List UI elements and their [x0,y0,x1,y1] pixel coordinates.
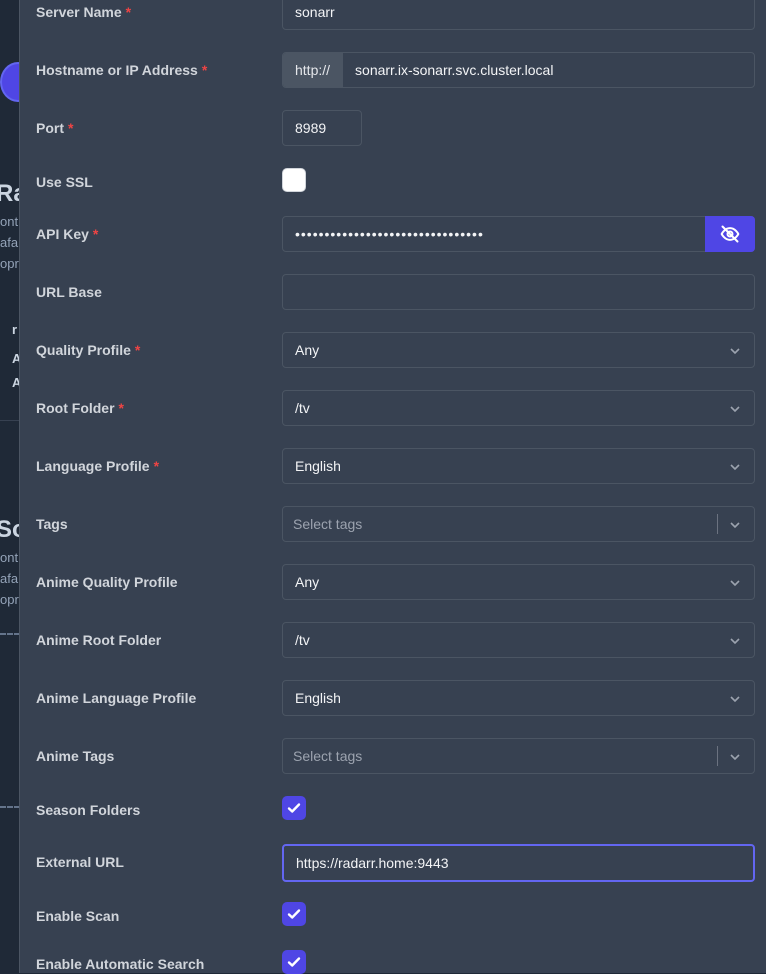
api-key-label: API Key * [36,226,99,242]
anime-language-profile-label: Anime Language Profile [36,690,197,706]
background-text: afa [0,571,19,586]
enable-scan-label: Enable Scan [36,908,120,924]
checkmark-icon [287,957,301,967]
background-text: ont [0,214,19,229]
anime-tags-label: Anime Tags [36,748,115,764]
port-label: Port * [36,120,74,136]
external-url-input[interactable]: https://radarr.home:9443 [282,844,755,882]
select-separator [717,746,718,766]
anime-tags-select[interactable]: Select tags [282,738,755,774]
quality-profile-select[interactable]: Any [282,332,755,368]
port-input[interactable]: 8989 [282,110,362,146]
anime-quality-profile-select[interactable]: Any [282,564,755,600]
background-divider [0,806,20,808]
root-folder-label: Root Folder * [36,400,124,416]
enable-scan-checkbox[interactable] [282,902,306,926]
language-profile-select[interactable]: English [282,448,755,484]
select-separator [717,514,718,534]
url-base-label: URL Base [36,284,102,300]
enable-automatic-search-label: Enable Automatic Search [36,956,205,972]
use-ssl-checkbox[interactable] [282,168,306,192]
api-key-input[interactable]: •••••••••••••••••••••••••••••••• [282,216,755,252]
quality-profile-label: Quality Profile * [36,342,141,358]
toggle-visibility-button[interactable] [705,216,755,252]
hostname-input[interactable]: http:// sonarr.ix-sonarr.svc.cluster.loc… [282,52,755,88]
server-name-input[interactable]: sonarr [282,0,755,30]
language-profile-label: Language Profile * [36,458,160,474]
anime-language-profile-select[interactable]: English [282,680,755,716]
background-text: ont [0,550,19,565]
chevron-down-icon [730,522,740,529]
chevron-down-icon [730,406,740,413]
url-base-input[interactable] [282,274,755,310]
root-folder-select[interactable]: /tv [282,390,755,426]
season-folders-label: Season Folders [36,802,141,818]
background-text: r [12,322,18,337]
enable-automatic-search-checkbox[interactable] [282,950,306,974]
chevron-down-icon [730,464,740,471]
chevron-down-icon [730,348,740,355]
external-url-label: External URL [36,854,124,870]
background-text: opr [0,592,19,607]
protocol-prefix: http:// [283,53,344,87]
tags-label: Tags [36,516,68,532]
background-divider [0,420,20,421]
service-settings-modal: Server Name * sonarr Hostname or IP Addre… [19,0,766,974]
background-text: afa [0,235,19,250]
background-text: opr [0,256,19,271]
hostname-label: Hostname or IP Address * [36,62,208,78]
background-divider [0,633,20,635]
use-ssl-label: Use SSL [36,174,93,190]
checkmark-icon [287,803,301,813]
checkmark-icon [287,909,301,919]
tags-select[interactable]: Select tags [282,506,755,542]
anime-root-folder-label: Anime Root Folder [36,632,162,648]
chevron-down-icon [730,580,740,587]
anime-root-folder-select[interactable]: /tv [282,622,755,658]
anime-quality-profile-label: Anime Quality Profile [36,574,178,590]
server-name-label: Server Name * [36,4,132,20]
season-folders-checkbox[interactable] [282,796,306,820]
chevron-down-icon [730,696,740,703]
eye-off-icon [720,225,740,243]
chevron-down-icon [730,754,740,761]
chevron-down-icon [730,638,740,645]
